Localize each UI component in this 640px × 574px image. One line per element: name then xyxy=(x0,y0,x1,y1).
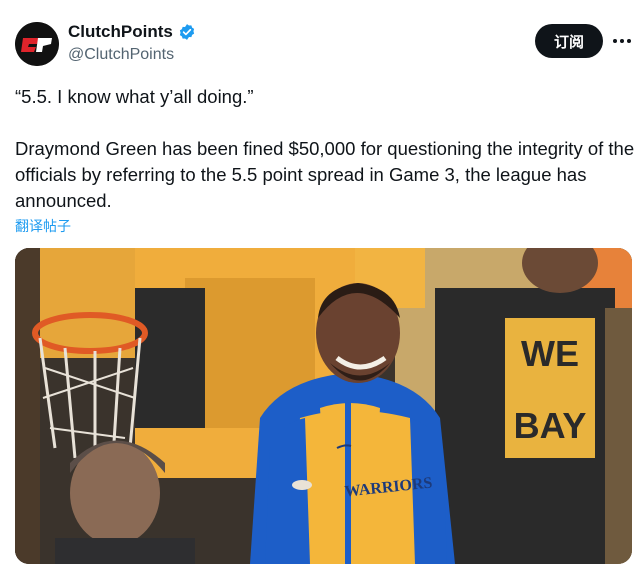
avatar[interactable] xyxy=(15,22,59,66)
media-photo: WE BAY WARRIORS xyxy=(15,248,632,564)
shirt-text-top: WE xyxy=(521,333,579,374)
tweet-body: Draymond Green has been fined $50,000 fo… xyxy=(15,138,635,211)
tweet-media-image[interactable]: WE BAY WARRIORS xyxy=(15,248,632,564)
translate-post-link[interactable]: 翻译帖子 xyxy=(15,216,71,236)
clutchpoints-logo xyxy=(15,22,59,66)
display-name[interactable]: ClutchPoints xyxy=(68,22,173,42)
name-row: ClutchPoints xyxy=(68,22,196,42)
tweet-header: ClutchPoints @ClutchPoints 订阅 xyxy=(0,0,640,84)
more-horizontal-icon xyxy=(613,39,631,43)
verified-badge-icon xyxy=(179,24,194,40)
more-options-button[interactable] xyxy=(611,30,633,52)
subscribe-button[interactable]: 订阅 xyxy=(535,24,603,58)
tweet-quote: “5.5. I know what y’all doing.” xyxy=(15,86,254,107)
account-handle[interactable]: @ClutchPoints xyxy=(68,46,174,64)
shirt-text-bottom: BAY xyxy=(514,405,587,446)
tweet-text: “5.5. I know what y’all doing.” Draymond… xyxy=(15,84,635,214)
